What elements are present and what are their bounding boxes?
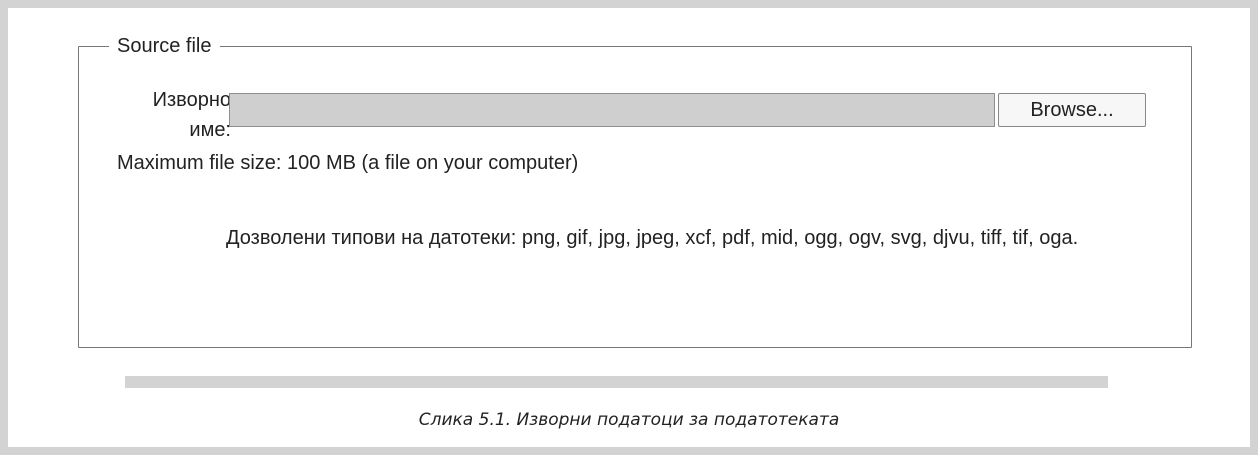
browse-button[interactable]: Browse... [998,93,1146,127]
source-name-label: Изворно име: [152,89,231,141]
file-path-input[interactable] [229,93,995,127]
max-file-size-text: Maximum file size: 100 MB (a file on you… [117,152,579,174]
fieldset-legend: Source file [109,35,220,57]
source-file-fieldset: Source file Изворно име: Browse... Maxim… [78,35,1192,348]
allowed-file-types-text: Дозволени типови на датотеки: png, gif, … [226,227,1079,249]
page: Source file Изворно име: Browse... Maxim… [8,8,1250,447]
caption-divider [125,376,1108,388]
figure-caption: Слика 5.1. Изворни податоци за податотек… [418,410,840,430]
